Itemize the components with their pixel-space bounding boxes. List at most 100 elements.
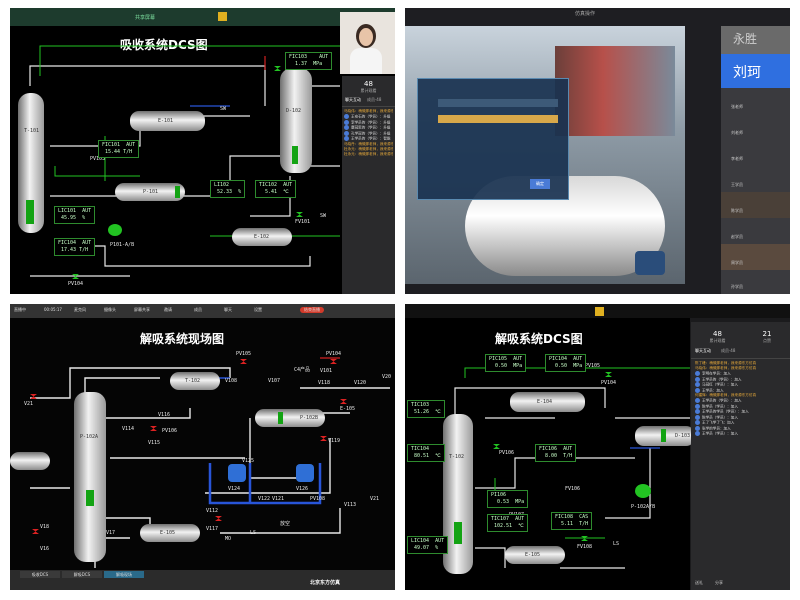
- tag-e104: T-102: [185, 378, 201, 384]
- tag-pv106: PV106: [499, 450, 515, 456]
- toolbar-item[interactable]: 成员: [194, 307, 202, 313]
- avatar-icon: [695, 409, 700, 414]
- tab-members[interactable]: 成员·48: [721, 348, 735, 354]
- tag-d103: D-103: [675, 433, 691, 439]
- toolbar-item[interactable]: 聊天: [224, 307, 232, 313]
- tab-chat[interactable]: 聊天互动: [345, 97, 361, 103]
- li102-box[interactable]: LI102 52.33 %: [210, 180, 246, 198]
- tag-v107: V107: [268, 378, 281, 384]
- chat-panel: 48 累计观看 聊天互动 成员·48 马晓伟：稍微那老师，我来源东方仿真王安石的…: [342, 76, 395, 294]
- pump-p101ab-icon[interactable]: [108, 224, 122, 236]
- fic101-box[interactable]: FIC101 AUT 15.44 T/H: [98, 140, 140, 158]
- tag-pv104: PV104: [68, 281, 84, 287]
- fic104-box[interactable]: FIC104 AUT 17.43 T/H: [54, 238, 96, 256]
- app-logo-icon: [595, 307, 604, 316]
- avatar-icon: [344, 136, 349, 141]
- tag-v121: PV108: [310, 496, 326, 502]
- toolbar-item[interactable]: 屏幕共享: [134, 307, 150, 313]
- tag-v126: V125: [242, 458, 255, 464]
- t102-level-bar: [86, 490, 94, 506]
- tag-e104: E-104: [537, 399, 553, 405]
- tag-v125: V122: [258, 496, 271, 502]
- lic104-box[interactable]: LIC104 AUT 49.07 %: [407, 536, 449, 554]
- tic103-box[interactable]: TIC103 51.26 ℃: [407, 400, 445, 418]
- tab-absorption-dcs[interactable]: 吸收DCS: [20, 571, 60, 578]
- dialog-selected-row[interactable]: [438, 115, 558, 123]
- share-button[interactable]: 分享: [715, 580, 723, 586]
- toolbar-item[interactable]: 麦克风: [74, 307, 86, 313]
- toolbar-item[interactable]: 设置: [254, 307, 262, 313]
- toolbar-item[interactable]: 直播中: [14, 307, 26, 313]
- tag-v21: E-105: [340, 406, 356, 412]
- tag-sw-1: SW: [220, 106, 227, 112]
- tab-members[interactable]: 成员·48: [367, 97, 381, 103]
- chat-message-text: 马晓伟：稍微那老师，我来源东方仿真: [695, 366, 757, 370]
- tag-fv108: FV108: [577, 544, 593, 550]
- pic104-box[interactable]: PIC104 AUT 0.50 MPa: [545, 354, 587, 372]
- chat-messages: 马晓伟：稍微那老师，我来源东方仿真王安石的（学员）：升级李学员的（学员）：升级康…: [342, 107, 395, 159]
- tag-vent: V20: [382, 374, 392, 380]
- tag-pv106: PV106: [162, 428, 178, 434]
- fic106-box[interactable]: FIC106 AUT 8.00 T/H: [535, 444, 577, 462]
- window-title: 仿真操作: [575, 11, 596, 17]
- tag-mo: C4产品: [294, 367, 311, 373]
- pump-p102ab-icon[interactable]: [635, 484, 651, 498]
- viewer-count: 48: [364, 80, 373, 88]
- tag-ls: LS: [613, 541, 620, 547]
- lic101-box[interactable]: LIC101 AUT 45.95 %: [54, 206, 96, 224]
- tag-p102b: V124: [228, 486, 241, 492]
- toolbar-item[interactable]: 摄像头: [104, 307, 116, 313]
- gift-button[interactable]: 送礼: [695, 580, 703, 586]
- dialog-confirm-button[interactable]: 确定: [530, 179, 550, 189]
- chat-message-text: 王学员：加入: [702, 388, 724, 392]
- participant-name: 李老师: [731, 156, 743, 161]
- tag-v108: V108: [225, 378, 238, 384]
- tag-p102a: V126: [296, 486, 309, 492]
- tag-v17: MO: [225, 536, 232, 542]
- t102-level-bar: [454, 522, 462, 544]
- toolbar-item[interactable]: 邀请: [164, 307, 172, 313]
- p101-level-bar: [175, 186, 180, 198]
- tic102-box[interactable]: TIC102 AUT 5.41 ℃: [255, 180, 297, 198]
- tab-chat[interactable]: 聊天互动: [695, 348, 711, 354]
- tag-e102: E-102: [254, 234, 270, 240]
- toolbar-item[interactable]: 结束直播: [300, 307, 324, 313]
- nav-control-icon[interactable]: [635, 251, 665, 275]
- chat-message-text: 何建辉：稍微那老师，我来源东方仿真: [695, 393, 757, 397]
- tab-desorption-field[interactable]: 解吸现场: [104, 571, 144, 578]
- tic104-box[interactable]: TIC104 80.51 ℃: [407, 444, 445, 462]
- tag-e101: E-101: [158, 118, 174, 124]
- participant-name: 张老师: [731, 104, 743, 109]
- d103-level-bar: [278, 412, 283, 424]
- window-title: 共享屏幕: [135, 15, 156, 21]
- pump-p102b-icon[interactable]: [228, 464, 246, 482]
- tag-d103: P-102B: [300, 415, 319, 421]
- dialog-header-bar: [438, 99, 558, 107]
- participant-name: 孙学员: [731, 284, 743, 289]
- fic103-box[interactable]: FIC103 AUT 1.37 MPa: [285, 52, 333, 70]
- like-count: 21: [762, 330, 772, 338]
- t101-level-bar: [26, 200, 34, 224]
- participant-name: 刘珂: [733, 65, 761, 81]
- avatar-icon: [344, 114, 349, 119]
- pic105-box[interactable]: PIC105 AUT 0.50 MPa: [485, 354, 527, 372]
- avatar-icon: [695, 382, 700, 387]
- chat-message-text: 王学员的（学员）：加入: [702, 398, 742, 403]
- participant-name: 赵学员: [731, 234, 743, 239]
- avatar-icon: [344, 119, 349, 125]
- chat-message-text: 张学的学员：加入: [702, 426, 731, 430]
- participant-videos: 永胜 刘珂 张老师 刘老师 李老师 王学员 陈学员 赵学员 周学员 孙学员: [721, 26, 790, 294]
- tag-ls: 放空: [280, 521, 291, 527]
- app-logo-icon: [218, 12, 227, 21]
- tic107-box[interactable]: TIC107 AUT 102.51 ℃: [487, 514, 529, 532]
- tag-e105: E-105: [525, 552, 541, 558]
- tag-v119: V119: [328, 438, 341, 444]
- toolbar-item[interactable]: 00:05:17: [44, 307, 62, 312]
- avatar-icon: [695, 403, 700, 409]
- chat-message: 康冠思的（学员）：升级: [344, 125, 393, 131]
- pump-p102a-icon[interactable]: [296, 464, 314, 482]
- tab-desorption-dcs[interactable]: 解吸DCS: [62, 571, 102, 578]
- tag-v118: V118: [318, 380, 331, 386]
- fic108-box[interactable]: FIC108 CAS 5.11 T/H: [551, 512, 593, 530]
- pi106-box[interactable]: PI106 0.53 MPa: [487, 490, 529, 508]
